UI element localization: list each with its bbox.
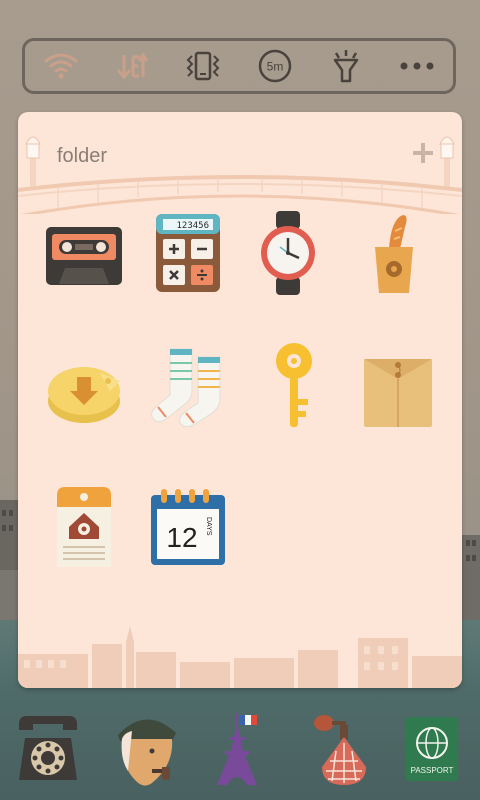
calculator-app[interactable]: 123456 xyxy=(148,208,228,298)
vibrate-toggle[interactable] xyxy=(175,41,231,91)
wifi-icon xyxy=(44,53,78,79)
perfume-icon xyxy=(314,715,366,785)
folder-panel: folder 123456 12 DAYS xyxy=(18,112,462,688)
dock-avatar[interactable] xyxy=(106,706,186,792)
add-app-button[interactable] xyxy=(408,138,438,168)
folder-skyline-decoration xyxy=(18,626,462,688)
envelope-icon xyxy=(364,359,432,427)
download-app[interactable] xyxy=(44,344,124,434)
clock-app[interactable] xyxy=(248,208,328,298)
calendar-icon: 12 DAYS xyxy=(151,489,225,565)
passport-label: PASSPORT xyxy=(411,766,454,775)
wifi-toggle[interactable] xyxy=(33,41,89,91)
cheese-download-icon xyxy=(48,367,120,423)
dock-perfume[interactable] xyxy=(300,706,380,792)
key-app[interactable] xyxy=(254,340,334,430)
socks-icon xyxy=(151,348,221,427)
dock-passport[interactable]: PASSPORT xyxy=(392,706,472,792)
watch-icon xyxy=(261,211,315,295)
dock: PASSPORT xyxy=(0,700,480,800)
screen-timeout-toggle[interactable]: 5m xyxy=(247,41,303,91)
calculator-icon: 123456 xyxy=(156,214,220,292)
rotary-phone-icon xyxy=(19,716,77,780)
house-tag-icon xyxy=(57,487,111,567)
key-icon xyxy=(276,343,312,427)
passport-icon: PASSPORT xyxy=(406,717,458,781)
socks-app[interactable] xyxy=(148,342,228,432)
more-toggle[interactable] xyxy=(389,41,445,91)
dock-phone[interactable] xyxy=(8,706,88,792)
shopping-app[interactable] xyxy=(354,208,434,298)
more-icon xyxy=(400,62,434,70)
flashlight-icon xyxy=(333,50,359,83)
vibrate-icon xyxy=(186,51,220,81)
home-settings-app[interactable] xyxy=(44,482,124,572)
envelope-app[interactable] xyxy=(358,348,438,438)
calculator-display: 123456 xyxy=(176,221,209,231)
data-transfer-icon xyxy=(116,52,149,80)
quick-settings-bar: 5m xyxy=(22,38,456,94)
bridge-decoration xyxy=(18,136,462,214)
plus-icon xyxy=(413,143,433,163)
eiffel-tower-icon xyxy=(217,713,257,785)
calendar-app[interactable]: 12 DAYS xyxy=(148,482,228,572)
dock-travel[interactable] xyxy=(198,706,278,792)
cassette-app[interactable] xyxy=(44,212,124,302)
calendar-label: DAYS xyxy=(205,517,212,536)
calendar-day: 12 xyxy=(166,522,197,553)
mobile-data-toggle[interactable] xyxy=(104,41,160,91)
screen-timeout-icon: 5m xyxy=(258,49,291,83)
avatar-pipe-icon xyxy=(118,719,176,786)
cassette-icon xyxy=(46,227,122,285)
screen-timeout-label: 5m xyxy=(266,60,283,74)
flashlight-toggle[interactable] xyxy=(318,41,374,91)
baguette-bag-icon xyxy=(375,215,413,293)
folder-title[interactable]: folder xyxy=(57,145,107,168)
